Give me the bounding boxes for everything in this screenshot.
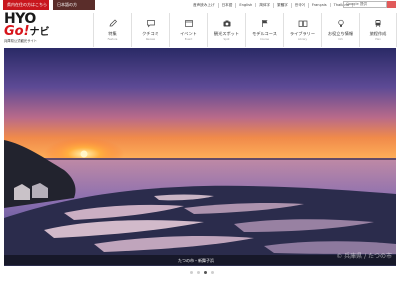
hero-slideshow-image[interactable]: [4, 48, 396, 266]
camera-icon: [223, 20, 230, 27]
nav-sub: Feature: [107, 38, 118, 41]
lang-6[interactable]: Français: [309, 3, 331, 7]
tourist-button[interactable]: 日本語の方: [53, 0, 95, 10]
nav-sub: Plan: [375, 38, 381, 41]
nav-sub: Course: [259, 38, 270, 41]
calendar-icon: [184, 20, 193, 27]
local-residents-button[interactable]: 県内在住の方はこちら: [3, 0, 49, 10]
nav-item-feature[interactable]: 特集 Feature: [93, 13, 131, 47]
nav-label: クチコミ: [142, 31, 159, 36]
nav-sub: Library: [297, 38, 308, 41]
nav-item-course[interactable]: モデルコース Course: [245, 13, 283, 47]
lightbulb-icon: [337, 19, 344, 27]
nav-item-info[interactable]: お役立ち情報 Info: [321, 13, 359, 47]
main-nav: 特集 Feature クチコミ Review イベント Event 観光スポット…: [93, 13, 397, 47]
nav-item-spot[interactable]: 観光スポット Spot: [207, 13, 245, 47]
sunset-beach-photo: [4, 48, 396, 266]
pencil-icon: [109, 19, 117, 27]
nav-sub: Event: [184, 38, 193, 41]
slide-dots: [190, 271, 214, 274]
nav-sub: Review: [145, 38, 156, 41]
nav-label: 特集: [108, 31, 117, 36]
site-logo[interactable]: HYO Go!ナビ 兵庫県公式観光サイト: [4, 12, 60, 47]
train-icon: [375, 20, 381, 28]
nav-label: お役立ち情報: [327, 31, 354, 36]
search-button[interactable]: [387, 1, 396, 15]
logo-go-text: Go!: [4, 24, 30, 39]
book-icon: [298, 20, 307, 27]
lang-0[interactable]: 音声読み上げ: [190, 2, 219, 8]
nav-item-review[interactable]: クチコミ Review: [131, 13, 169, 47]
slide-dot-4[interactable]: [211, 271, 214, 274]
slide-dot-3[interactable]: [204, 271, 207, 274]
nav-item-plan[interactable]: 旅程作成 Plan: [359, 13, 397, 47]
nav-label: モデルコース: [252, 31, 277, 36]
nav-label: 観光スポット: [213, 31, 240, 36]
logo-navi-text: ナビ: [29, 27, 50, 38]
lang-4[interactable]: 繁體字: [274, 2, 292, 8]
lang-5[interactable]: 한국어: [292, 2, 309, 8]
nav-label: ライブラリー: [289, 31, 316, 36]
nav-label: イベント: [180, 31, 197, 36]
flag-icon: [261, 20, 267, 27]
language-bar: 音声読み上げ 日本語 English 简体字 繁體字 한국어 Français …: [190, 1, 354, 9]
logo-go: Go!ナビ: [4, 24, 60, 39]
lang-2[interactable]: English: [236, 3, 257, 7]
slide-dot-1[interactable]: [190, 271, 193, 274]
slide-caption: たつの市・新舞子浜: [178, 258, 214, 263]
lang-3[interactable]: 简体字: [256, 2, 275, 8]
nav-item-library[interactable]: ライブラリー Library: [283, 13, 321, 47]
nav-sub: Info: [338, 38, 343, 41]
search-input[interactable]: Google 提供: [343, 1, 387, 8]
speech-bubble-icon: [146, 20, 155, 28]
photo-watermark: © 兵庫県 / たつの市: [336, 253, 392, 260]
slide-dot-2[interactable]: [197, 271, 200, 274]
logo-tagline: 兵庫県公式観光サイト: [4, 39, 37, 43]
lang-1[interactable]: 日本語: [219, 2, 237, 8]
nav-item-event[interactable]: イベント Event: [169, 13, 207, 47]
nav-label: 旅程作成: [369, 31, 387, 36]
nav-sub: Spot: [223, 38, 230, 41]
